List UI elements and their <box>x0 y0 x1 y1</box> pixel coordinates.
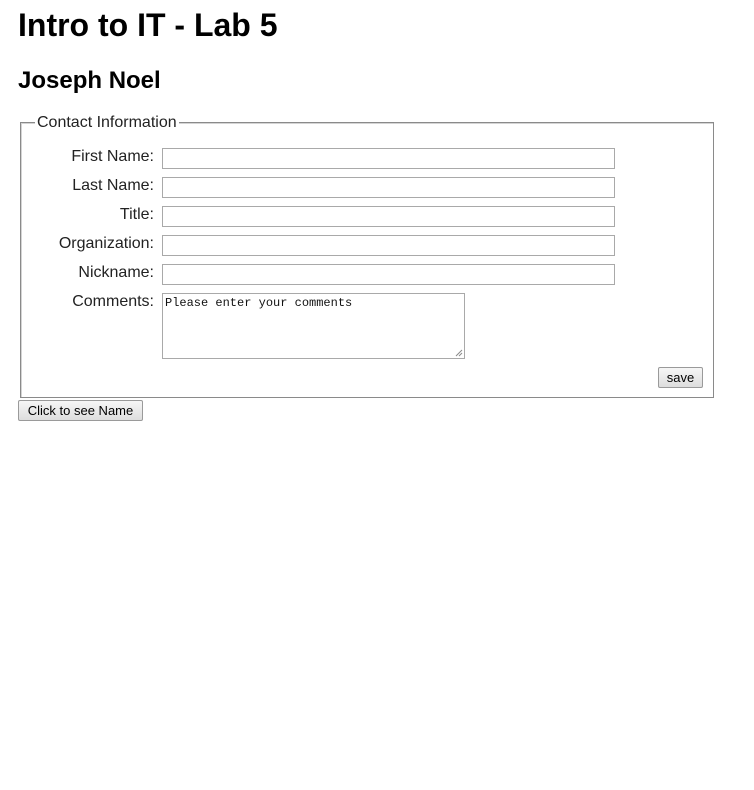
comments-label: Comments: <box>72 293 154 310</box>
title-input[interactable] <box>162 206 615 227</box>
first-name-label: First Name: <box>71 148 154 165</box>
author-name: Joseph Noel <box>18 67 161 94</box>
fieldset-legend: Contact Information <box>35 114 179 132</box>
last-name-label: Last Name: <box>72 177 154 194</box>
comments-text: Please enter your comments <box>165 296 353 310</box>
first-name-input[interactable] <box>162 148 615 169</box>
organization-label: Organization: <box>58 235 154 252</box>
save-button[interactable]: save <box>658 367 703 388</box>
title-label: Title: <box>119 206 154 223</box>
page-title: Intro to IT - Lab 5 <box>18 7 278 43</box>
nickname-input[interactable] <box>162 264 615 285</box>
nickname-label: Nickname: <box>78 264 154 281</box>
resize-grip-icon[interactable] <box>455 349 463 357</box>
contact-information-fieldset: Contact Information First Name: Last Nam… <box>20 114 714 398</box>
comments-textarea[interactable]: Please enter your comments <box>162 293 465 359</box>
last-name-input[interactable] <box>162 177 615 198</box>
organization-input[interactable] <box>162 235 615 256</box>
click-to-see-name-button[interactable]: Click to see Name <box>18 400 143 421</box>
